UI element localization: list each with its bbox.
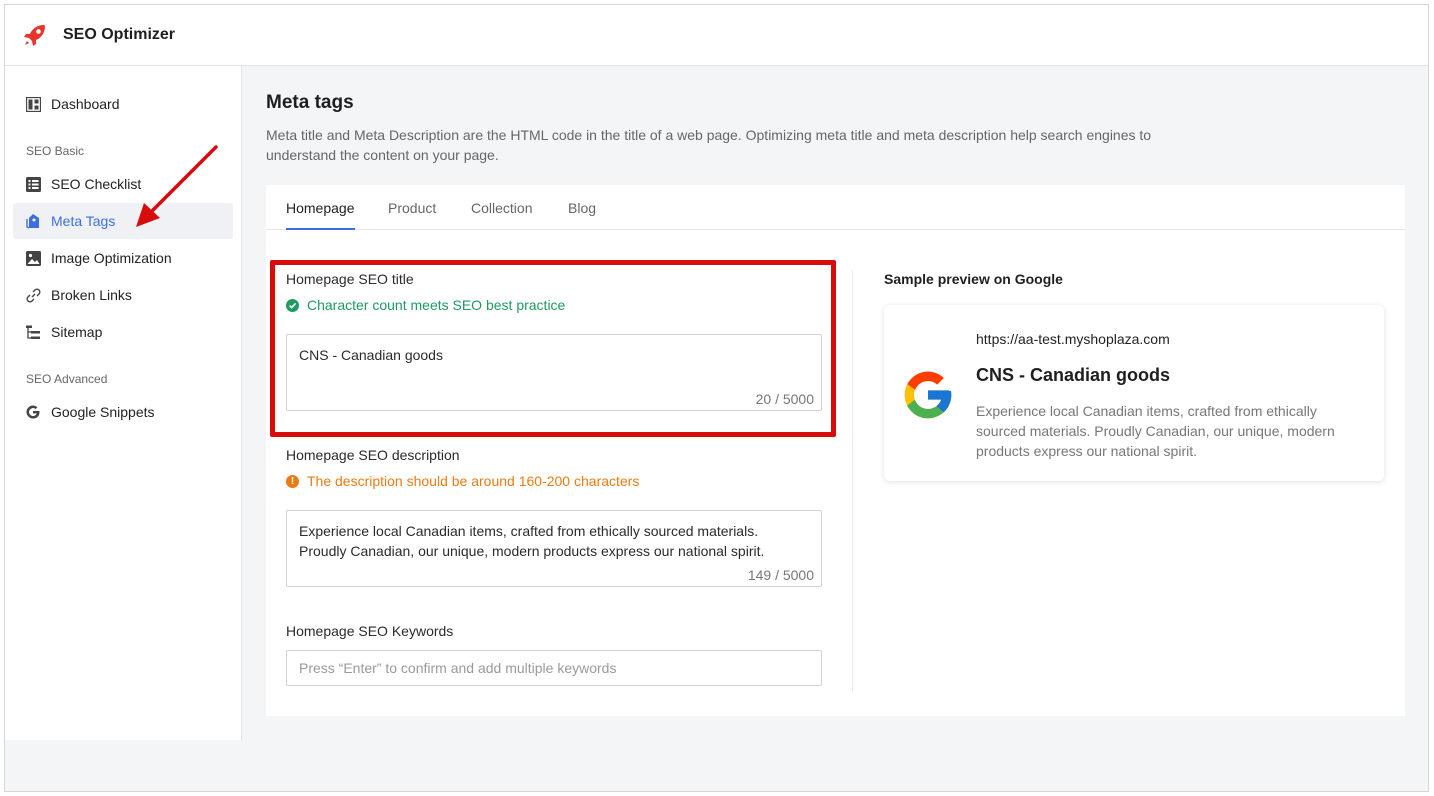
annotation-highlight-box <box>270 260 836 437</box>
sidebar-item-label: Image Optimization <box>51 250 172 266</box>
tag-icon <box>25 213 41 229</box>
checklist-icon <box>25 176 41 192</box>
page-title: Meta tags <box>266 92 354 113</box>
google-icon <box>25 404 41 420</box>
google-logo-icon <box>900 367 956 423</box>
image-icon <box>25 250 41 266</box>
preview-description: Experience local Canadian items, crafted… <box>976 403 1335 459</box>
sidebar: Dashboard SEO Basic SEO Checklist Meta T… <box>5 66 242 740</box>
meta-tags-card: Homepage Product Collection Blog Homepag… <box>266 185 1405 716</box>
dashboard-icon <box>25 96 41 112</box>
sidebar-item-label: Broken Links <box>51 287 132 303</box>
tab-product[interactable]: Product <box>388 200 436 230</box>
seo-description-value: Experience local Canadian items, crafted… <box>299 523 765 559</box>
sidebar-section-advanced: SEO Advanced <box>26 372 108 386</box>
sidebar-item-label: Meta Tags <box>51 213 116 229</box>
google-preview-card: https://aa-test.myshoplaza.com CNS - Can… <box>884 305 1384 481</box>
sidebar-item-meta-tags[interactable]: Meta Tags <box>13 203 233 239</box>
sidebar-item-sitemap[interactable]: Sitemap <box>13 314 233 350</box>
sidebar-item-label: Sitemap <box>51 324 103 340</box>
sidebar-item-seo-checklist[interactable]: SEO Checklist <box>13 166 233 202</box>
seo-description-count: 149 / 5000 <box>747 567 814 583</box>
sidebar-section-basic: SEO Basic <box>26 144 85 158</box>
sidebar-item-label: Google Snippets <box>51 404 155 420</box>
page-description: Meta title and Meta Description are the … <box>266 127 1152 163</box>
preview-heading: Sample preview on Google <box>884 271 1063 287</box>
app-title: SEO Optimizer <box>63 26 176 43</box>
seo-description-label: Homepage SEO description <box>286 447 460 463</box>
seo-description-input[interactable]: Experience local Canadian items, crafted… <box>286 510 822 587</box>
seo-keywords-input[interactable] <box>286 650 822 686</box>
sidebar-item-google-snippets[interactable]: Google Snippets <box>13 394 233 430</box>
column-divider <box>852 270 853 692</box>
sidebar-item-dashboard[interactable]: Dashboard <box>13 86 233 122</box>
tab-bar: Homepage Product Collection Blog <box>266 185 1405 230</box>
link-icon <box>25 287 41 303</box>
app-window: SEO Optimizer Dashboard SEO Basic SEO Ch… <box>4 4 1429 792</box>
sidebar-item-label: SEO Checklist <box>51 176 142 192</box>
sidebar-item-label: Dashboard <box>51 96 120 112</box>
preview-title: CNS - Canadian goods <box>976 365 1171 385</box>
tab-homepage[interactable]: Homepage <box>286 200 355 230</box>
seo-description-hint-text: The description should be around 160-200… <box>307 473 640 489</box>
sidebar-item-broken-links[interactable]: Broken Links <box>13 277 233 313</box>
sitemap-icon <box>25 324 41 340</box>
info-circle-icon: ! <box>286 474 299 488</box>
rocket-icon <box>21 21 49 49</box>
seo-description-hint: ! The description should be around 160-2… <box>286 473 639 489</box>
sidebar-item-image-optimization[interactable]: Image Optimization <box>13 240 233 276</box>
top-bar: SEO Optimizer <box>5 5 1428 66</box>
tab-blog[interactable]: Blog <box>568 200 596 230</box>
preview-url: https://aa-test.myshoplaza.com <box>976 331 1170 347</box>
seo-keywords-label: Homepage SEO Keywords <box>286 623 454 639</box>
tab-collection[interactable]: Collection <box>471 200 532 230</box>
